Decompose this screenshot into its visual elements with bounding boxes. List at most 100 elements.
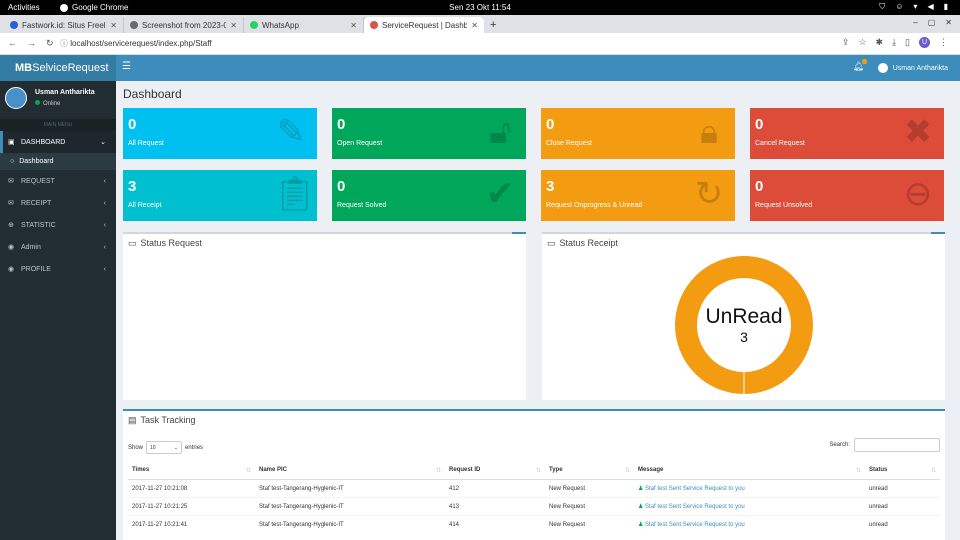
- sidebar-item-admin[interactable]: ◉ Admin ‹: [0, 236, 116, 258]
- tab-title: Screenshot from 2023-0: [142, 20, 227, 30]
- close-icon[interactable]: ✕: [471, 21, 478, 30]
- column-header-type[interactable]: Type ⇅: [545, 461, 634, 480]
- entries-select[interactable]: 10 ⌄: [146, 441, 183, 454]
- share-icon[interactable]: ⇪: [842, 37, 850, 48]
- column-header-request-id[interactable]: Request ID ⇅: [445, 461, 545, 480]
- app-logo[interactable]: MBSelviceRequest: [0, 55, 116, 81]
- tab-title: Fastwork.id: Situs Freelan: [22, 20, 107, 30]
- download-icon[interactable]: ⤓: [892, 37, 896, 48]
- new-tab-button[interactable]: +: [484, 17, 502, 33]
- hamburger-icon[interactable]: ☰: [122, 61, 131, 72]
- user-status-text: Online: [43, 101, 61, 107]
- url-field[interactable]: ⓘ localhost/servicerequest/index.php/Sta…: [54, 36, 834, 52]
- table-row[interactable]: 2017-11-27 10:21:41 Staf test-Tangerang-H…: [128, 515, 940, 534]
- user-panel: Usman Antharikta Online: [0, 81, 116, 119]
- browser-tab[interactable]: ServiceRequest | Dashb ✕: [364, 17, 484, 33]
- sidebar-item-dashboard[interactable]: ▣ DASHBOARD ⌄: [0, 131, 116, 153]
- stat-value: 0: [337, 116, 346, 133]
- globe-icon: ⊕: [8, 222, 14, 229]
- sidebar-item-receipt[interactable]: ✉ RECEIPT ‹: [0, 192, 116, 214]
- reload-icon[interactable]: ↻: [46, 38, 54, 49]
- browser-tab[interactable]: WhatsApp ✕: [244, 17, 364, 33]
- sidebar-item-profile[interactable]: ◉ PROFILE ‹: [0, 258, 116, 280]
- browser-tab[interactable]: Fastwork.id: Situs Freelan ✕: [4, 17, 124, 33]
- header-avatar: [877, 63, 888, 73]
- window-controls: – ▢ ✕: [913, 18, 952, 27]
- system-tray[interactable]: ⛉ ☺ ▾ ◀ ▮: [879, 2, 948, 12]
- user-status: Online: [35, 100, 60, 107]
- minimize-icon[interactable]: –: [913, 18, 917, 27]
- search-input[interactable]: [854, 438, 940, 452]
- table-row[interactable]: 2017-11-27 10:21:25 Staf test-Tangerang-H…: [128, 497, 940, 516]
- close-icon[interactable]: ✕: [945, 18, 952, 27]
- sort-icon: ⇅: [624, 468, 630, 474]
- extensions-icon[interactable]: ✱: [876, 37, 884, 48]
- column-header-message[interactable]: Message ⇅: [634, 461, 865, 480]
- cell-status: unread: [865, 515, 940, 534]
- cell-message[interactable]: ♟ Staf test Sent Service Request to you: [634, 515, 865, 534]
- stat-box[interactable]: 0 Open Request 🔓︎: [332, 108, 526, 159]
- sort-icon: ⇅: [930, 468, 936, 474]
- tab-title: WhatsApp: [262, 20, 299, 30]
- column-header-name-pic[interactable]: Name PIC ⇅: [255, 461, 445, 480]
- logo-text: SelviceRequest: [32, 62, 109, 74]
- tab-favicon-icon: [10, 21, 18, 29]
- stat-box[interactable]: 0 Close Request 🔒︎: [541, 108, 735, 159]
- cell-message[interactable]: ♟ Staf test Sent Service Request to you: [634, 497, 865, 516]
- sidebar-item-label: Dashboard: [19, 158, 54, 165]
- cell-time-text: 2017-11-27 10:21:41: [132, 521, 188, 528]
- cell-message[interactable]: ♟ Staf test Sent Service Request to you: [634, 479, 865, 498]
- sort-icon: ⇅: [855, 468, 861, 474]
- edit-icon: ✎: [276, 113, 306, 151]
- cell-pic: Staf test-Tangerang-Hyglenic-IT: [255, 479, 445, 498]
- close-icon[interactable]: ✕: [110, 21, 117, 30]
- stat-box[interactable]: 3 All Receipt 📋︎: [123, 170, 317, 221]
- sidebar-item-request[interactable]: ✉ REQUEST ‹: [0, 170, 116, 192]
- back-icon[interactable]: ←: [8, 38, 17, 49]
- unlock-icon: 🔓︎: [488, 113, 512, 151]
- close-icon[interactable]: ✕: [230, 21, 237, 30]
- search-label: Search:: [829, 442, 850, 448]
- header-user-name: Usman Antharikta: [892, 64, 948, 72]
- stat-box[interactable]: 0 Cancel Request ✖: [750, 108, 944, 159]
- sidebar-item-statistic[interactable]: ⊕ STATISTIC ‹: [0, 214, 116, 236]
- column-header-label: Type: [549, 467, 563, 473]
- sidebar-item-dashboard-sub[interactable]: ○ Dashboard: [0, 153, 116, 170]
- cell-type: New Request: [545, 497, 634, 516]
- cell-status-text: unread: [869, 521, 888, 528]
- clock[interactable]: Sen 23 Okt 11:54: [0, 3, 960, 12]
- stat-box[interactable]: 3 Request Onprogress & Unread ↻: [541, 170, 735, 221]
- profile-avatar[interactable]: U: [919, 37, 930, 48]
- forward-icon[interactable]: →: [27, 38, 36, 49]
- calendar-icon: ▤: [128, 414, 137, 425]
- table-header-row: Times ⇅ Name PIC ⇅ Request ID ⇅ Type ⇅ Message ⇅ S…: [128, 461, 940, 480]
- stat-value: 3: [128, 178, 137, 195]
- kebab-menu-icon[interactable]: ⋮: [939, 37, 948, 48]
- star-icon[interactable]: ☆: [858, 37, 866, 48]
- stat-value: 0: [755, 178, 764, 195]
- close-icon[interactable]: ✕: [350, 21, 357, 30]
- cell-pic: Staf test-Tangerang-Hyglenic-IT: [255, 497, 445, 516]
- tab-favicon-icon: [370, 21, 378, 29]
- browser-tab[interactable]: Screenshot from 2023-0 ✕: [124, 17, 244, 33]
- stat-value: 0: [337, 178, 346, 195]
- sidebar-item-label: STATISTIC: [21, 221, 56, 229]
- entries-control: Show 10 ⌄ entries: [128, 441, 203, 454]
- stat-label: All Request: [128, 140, 164, 147]
- cell-pic-text: Staf test-Tangerang-Hyglenic-IT: [259, 521, 344, 528]
- table-row[interactable]: 2017-11-27 10:21:08 Staf test-Tangerang-H…: [128, 479, 940, 498]
- sidepanel-icon[interactable]: ▯: [905, 37, 910, 48]
- maximize-icon[interactable]: ▢: [928, 18, 936, 27]
- sidebar-menu: ▣ DASHBOARD ⌄ ○ Dashboard ✉ REQUEST ‹ ✉ RECEIPT ‹ ⊕…: [0, 131, 116, 280]
- tab-title: ServiceRequest | Dashb: [382, 20, 468, 30]
- stat-box[interactable]: 0 Request Solved ✔: [332, 170, 526, 221]
- cell-id: 412: [445, 479, 545, 498]
- column-header-times[interactable]: Times ⇅: [128, 461, 255, 480]
- stat-box[interactable]: 0 All Request ✎: [123, 108, 317, 159]
- header-user-menu[interactable]: Usman Antharikta: [877, 63, 948, 73]
- url-text: localhost/servicerequest/index.php/Staff: [70, 39, 212, 48]
- column-header-status[interactable]: Status ⇅: [865, 461, 940, 480]
- stat-box[interactable]: 0 Request Unsolved ⊖: [750, 170, 944, 221]
- user-icon: ♟: [638, 522, 646, 529]
- panel-accent: [931, 232, 945, 234]
